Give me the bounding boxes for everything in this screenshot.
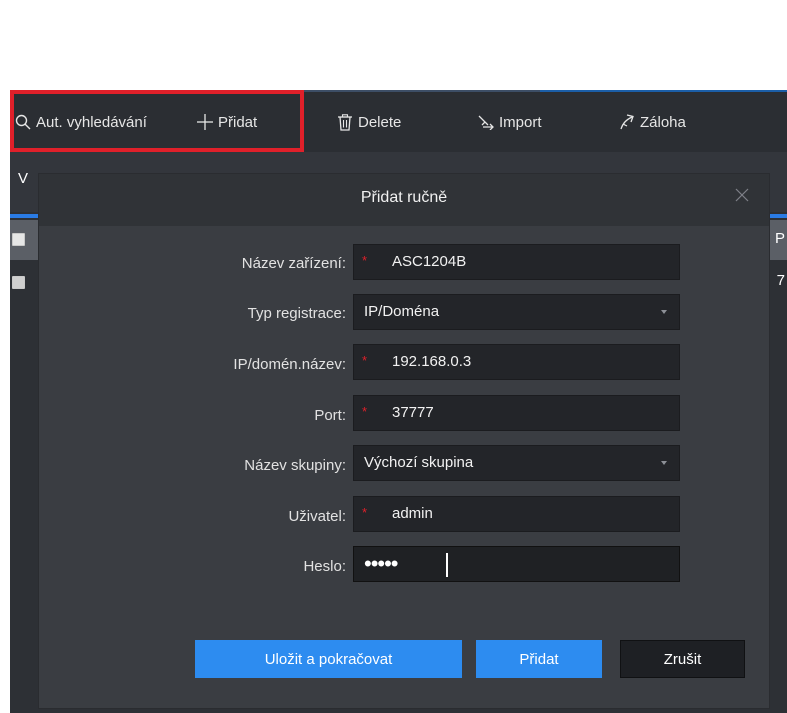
add-button[interactable]: Přidat xyxy=(196,92,257,152)
chevron-down-icon xyxy=(661,461,667,465)
row-value-partial: 7 xyxy=(776,272,785,289)
toolbar: Aut. vyhledávání Přidat Delete Import Zá… xyxy=(10,92,787,152)
registration-type-select[interactable]: IP/Doména xyxy=(353,294,680,330)
ip-domain-label: IP/domén.název: xyxy=(233,356,346,373)
device-name-value: ASC1204B xyxy=(392,253,467,270)
close-icon[interactable] xyxy=(733,186,751,204)
import-icon xyxy=(477,113,495,131)
header-letter: V xyxy=(18,170,29,187)
cancel-label: Zrušit xyxy=(663,650,702,668)
delete-button[interactable]: Delete xyxy=(336,92,401,152)
add-confirm-button[interactable]: Přidat xyxy=(476,640,602,678)
import-button[interactable]: Import xyxy=(477,92,542,152)
password-value: ••••• xyxy=(364,551,399,576)
password-input[interactable]: ••••• xyxy=(353,546,680,582)
group-name-label: Název skupiny: xyxy=(244,457,346,474)
ip-domain-value: 192.168.0.3 xyxy=(392,353,472,370)
password-label: Heslo: xyxy=(303,558,346,575)
column-header-partial: P xyxy=(774,230,785,247)
delete-label: Delete xyxy=(358,113,402,131)
ip-domain-input[interactable]: * 192.168.0.3 xyxy=(353,344,680,380)
import-label: Import xyxy=(499,113,542,131)
search-icon xyxy=(14,113,32,131)
port-value: 37777 xyxy=(392,404,434,421)
group-name-select[interactable]: Výchozí skupina xyxy=(353,445,680,481)
dialog-title: Přidat ručně xyxy=(360,189,448,206)
required-marker: * xyxy=(362,253,368,268)
user-label: Uživatel: xyxy=(288,508,346,525)
auto-search-button[interactable]: Aut. vyhledávání xyxy=(14,92,147,152)
save-and-continue-button[interactable]: Uložit a pokračovat xyxy=(195,640,462,678)
row-checkbox[interactable] xyxy=(12,276,25,289)
device-name-input[interactable]: * ASC1204B xyxy=(353,244,680,280)
required-marker: * xyxy=(362,404,368,419)
plus-icon xyxy=(196,113,214,131)
user-value: admin xyxy=(392,505,433,522)
dialog-title-bar: Přidat ručně xyxy=(39,174,769,226)
group-name-value: Výchozí skupina xyxy=(364,454,474,471)
device-name-label: Název zařízení: xyxy=(241,255,346,272)
chevron-down-icon xyxy=(661,310,667,314)
port-input[interactable]: * 37777 xyxy=(353,395,680,431)
port-label: Port: xyxy=(314,407,346,424)
backup-icon xyxy=(618,113,636,131)
trash-icon xyxy=(336,113,354,131)
add-device-dialog: Přidat ručně Název zařízení: * ASC1204B … xyxy=(38,173,770,709)
backup-button[interactable]: Záloha xyxy=(618,92,686,152)
required-marker: * xyxy=(362,353,368,368)
select-all-checkbox[interactable] xyxy=(12,233,25,246)
backup-label: Záloha xyxy=(640,113,686,131)
registration-type-value: IP/Doména xyxy=(364,303,440,320)
cancel-button[interactable]: Zrušit xyxy=(620,640,745,678)
auto-search-label: Aut. vyhledávání xyxy=(36,113,147,131)
user-input[interactable]: * admin xyxy=(353,496,680,532)
text-cursor xyxy=(446,553,448,577)
required-marker: * xyxy=(362,505,368,520)
add-confirm-label: Přidat xyxy=(519,650,559,668)
registration-type-label: Typ registrace: xyxy=(247,305,346,322)
add-label: Přidat xyxy=(218,113,258,131)
save-and-continue-label: Uložit a pokračovat xyxy=(264,650,393,668)
